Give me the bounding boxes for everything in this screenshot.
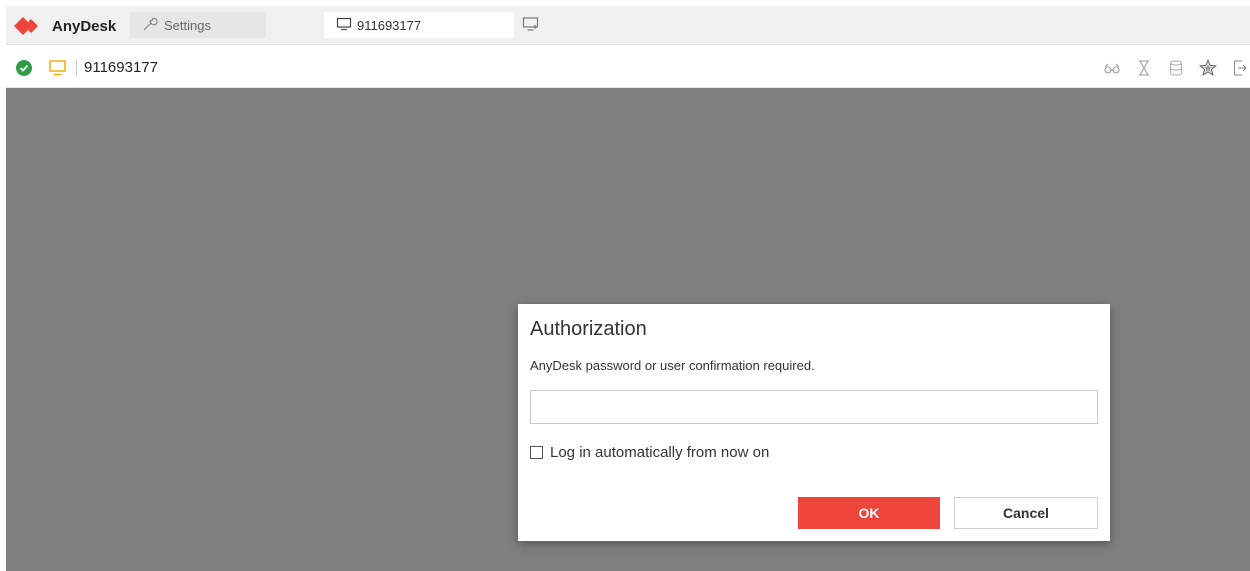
ok-button[interactable]: OK bbox=[798, 497, 940, 529]
brand[interactable]: AnyDesk bbox=[14, 15, 116, 37]
monitor-plus-icon bbox=[522, 16, 540, 37]
star-icon[interactable] bbox=[1198, 58, 1218, 78]
dialog-message: AnyDesk password or user confirmation re… bbox=[530, 358, 815, 373]
auto-login-checkbox-row[interactable]: Log in automatically from now on bbox=[530, 444, 769, 461]
monitor-icon bbox=[336, 17, 352, 34]
dialog-title: Authorization bbox=[530, 318, 647, 340]
auto-login-checkbox[interactable] bbox=[530, 446, 543, 459]
wrench-icon bbox=[142, 16, 158, 35]
anydesk-logo-icon bbox=[14, 17, 46, 35]
connection-toolbar: 911693177 bbox=[6, 49, 1250, 88]
authorization-dialog: Authorization AnyDesk password or user c… bbox=[518, 304, 1110, 541]
database-icon[interactable] bbox=[1166, 58, 1186, 78]
glasses-icon[interactable] bbox=[1102, 58, 1122, 78]
remote-monitor-icon[interactable] bbox=[48, 59, 68, 82]
exit-icon[interactable] bbox=[1230, 58, 1250, 78]
remote-address: 911693177 bbox=[84, 59, 158, 76]
tab-connection-label: 911693177 bbox=[357, 17, 422, 33]
toolbar-divider bbox=[76, 60, 77, 76]
toolbar-actions bbox=[1102, 58, 1250, 78]
cancel-button[interactable]: Cancel bbox=[954, 497, 1098, 529]
hourglass-icon[interactable] bbox=[1134, 58, 1154, 78]
password-input[interactable] bbox=[530, 390, 1098, 424]
status-ok-icon bbox=[16, 60, 32, 76]
tab-settings-label: Settings bbox=[164, 17, 211, 33]
app-name: AnyDesk bbox=[52, 17, 117, 35]
tab-settings[interactable]: Settings bbox=[130, 12, 266, 38]
tab-bar: AnyDesk Settings 911693177 bbox=[6, 6, 1250, 45]
tab-connection[interactable]: 911693177 bbox=[324, 12, 514, 38]
auto-login-label: Log in automatically from now on bbox=[550, 444, 770, 461]
new-tab-button[interactable] bbox=[520, 16, 542, 36]
